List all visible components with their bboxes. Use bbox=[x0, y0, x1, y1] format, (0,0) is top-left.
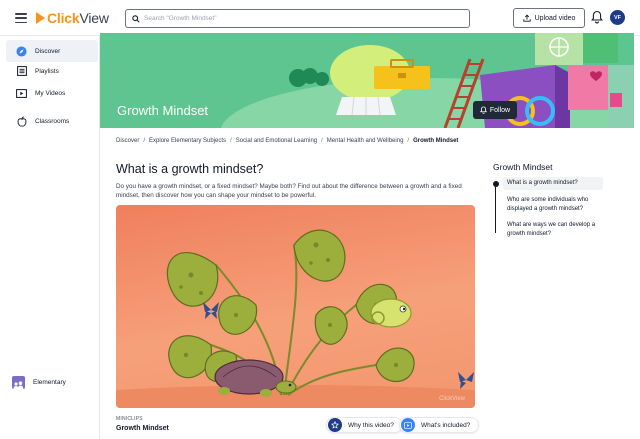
toc-progress-line bbox=[495, 183, 496, 233]
search-input[interactable] bbox=[144, 15, 469, 22]
sidebar-item-label: Playlists bbox=[35, 67, 59, 75]
breadcrumb-separator: / bbox=[407, 138, 410, 144]
topic-banner: Growth Mindset bbox=[100, 33, 634, 128]
banner-title: Growth Mindset bbox=[117, 103, 209, 118]
sidebar-item-classrooms[interactable]: Classrooms bbox=[6, 110, 98, 132]
upload-video-button[interactable]: Upload video bbox=[513, 8, 585, 28]
sidebar-item-my-videos[interactable]: My Videos bbox=[6, 82, 98, 104]
page-title: What is a growth mindset? bbox=[116, 162, 264, 176]
brand-part2: View bbox=[79, 10, 109, 26]
whats-included-button[interactable]: What's included? bbox=[399, 417, 480, 433]
breadcrumb-item[interactable]: Social and Emotional Learning bbox=[236, 138, 317, 144]
upload-label: Upload video bbox=[534, 14, 576, 22]
brand-part1: Click bbox=[47, 10, 80, 26]
play-logo-icon bbox=[36, 12, 45, 24]
breadcrumb-separator: / bbox=[143, 138, 146, 144]
sidebar-item-label: My Videos bbox=[35, 89, 66, 97]
video-watermark: ClickView bbox=[439, 396, 465, 402]
bell-icon bbox=[479, 106, 487, 114]
video-player[interactable]: ClickView bbox=[116, 205, 475, 408]
breadcrumb-item[interactable]: Mental Health and Wellbeing bbox=[327, 138, 404, 144]
toc-title: Growth Mindset bbox=[493, 162, 553, 172]
follow-label: Follow bbox=[489, 106, 511, 114]
toc-item[interactable]: What are ways we can develop a growth mi… bbox=[503, 219, 603, 240]
elementary-label: Elementary bbox=[33, 379, 66, 386]
video-category-tag: MINICLIPS bbox=[116, 416, 143, 422]
why-this-video-button[interactable]: Why this video? bbox=[326, 417, 403, 433]
elementary-switcher[interactable]: Elementary bbox=[12, 376, 66, 389]
clickview-logo[interactable]: ClickView bbox=[36, 9, 109, 27]
sidebar-item-label: Classrooms bbox=[35, 117, 70, 125]
why-this-video-label: Why this video? bbox=[348, 421, 394, 429]
compass-icon bbox=[16, 45, 27, 57]
sidebar-item-playlists[interactable]: Playlists bbox=[6, 60, 98, 82]
search-icon bbox=[132, 14, 140, 23]
top-header: ClickView Upload video VF bbox=[0, 0, 640, 36]
list-icon bbox=[16, 66, 27, 77]
whats-included-label: What's included? bbox=[421, 421, 471, 429]
breadcrumb: Discover / Explore Elementary Subjects /… bbox=[116, 138, 458, 144]
video-title[interactable]: Growth Mindset bbox=[116, 425, 169, 432]
breadcrumb-current: Growth Mindset bbox=[413, 138, 459, 144]
elementary-icon bbox=[12, 376, 25, 389]
breadcrumb-item[interactable]: Discover bbox=[116, 138, 139, 144]
media-icon bbox=[401, 418, 415, 432]
apple-icon bbox=[16, 115, 27, 127]
toc-item[interactable]: Who are some individuals who displayed a… bbox=[503, 194, 603, 215]
search-box[interactable] bbox=[125, 9, 470, 28]
toc-item[interactable]: What is a growth mindset? bbox=[503, 177, 603, 190]
video-thumbnail-illustration bbox=[116, 229, 475, 408]
toc-progress-dot bbox=[492, 181, 499, 187]
hamburger-menu-icon[interactable] bbox=[14, 11, 28, 25]
sidebar-item-discover[interactable]: Discover bbox=[6, 40, 98, 62]
notification-bell-icon[interactable] bbox=[591, 10, 603, 24]
star-icon bbox=[328, 418, 342, 432]
follow-button[interactable]: Follow bbox=[473, 101, 517, 119]
user-avatar[interactable]: VF bbox=[610, 10, 625, 25]
breadcrumb-item[interactable]: Explore Elementary Subjects bbox=[149, 138, 226, 144]
play-box-icon bbox=[16, 88, 27, 99]
page-description: Do you have a growth mindset, or a fixed… bbox=[116, 183, 462, 199]
upload-icon bbox=[522, 14, 531, 22]
sidebar-item-label: Discover bbox=[35, 47, 61, 55]
breadcrumb-separator: / bbox=[321, 138, 323, 144]
breadcrumb-separator: / bbox=[230, 138, 232, 144]
